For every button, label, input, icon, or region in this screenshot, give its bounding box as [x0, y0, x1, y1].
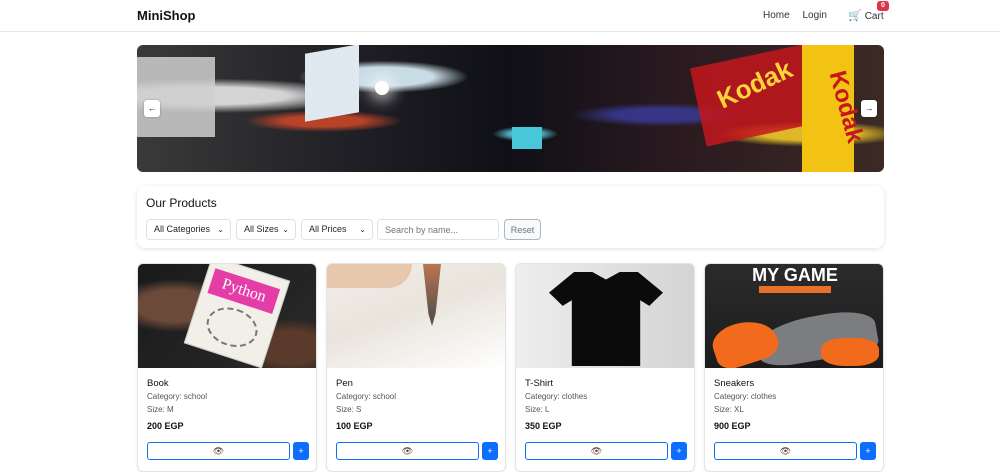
eye-icon: 👁 [212, 446, 225, 456]
nav-links: Home Login [753, 10, 827, 21]
cart-count-badge: 0 [877, 1, 889, 11]
poster-stripe [759, 286, 831, 293]
price-select-value: All Prices [309, 224, 347, 234]
view-product-button[interactable]: 👁 [147, 442, 290, 460]
carousel-prev-button[interactable]: ← [144, 100, 160, 117]
brand-logo[interactable]: MiniShop [137, 8, 196, 23]
reset-button[interactable]: Reset [504, 219, 541, 240]
chevron-down-icon: ⌄ [282, 225, 289, 234]
product-image-book[interactable]: Python [138, 264, 316, 368]
category-select[interactable]: All Categories ⌄ [146, 219, 231, 240]
add-to-cart-button[interactable]: + [671, 442, 687, 460]
product-name: T-Shirt [525, 378, 553, 389]
product-size: Size: M [147, 405, 174, 414]
product-card: T-Shirt Category: clothes Size: L 350 EG… [515, 263, 695, 472]
product-size: Size: L [525, 405, 550, 414]
tshirt-shape [549, 272, 663, 366]
hero-carousel: Kodak Kodak [137, 45, 884, 172]
add-to-cart-button[interactable]: + [482, 442, 498, 460]
book-cover: Python [183, 264, 291, 368]
banner-streetlight [375, 81, 389, 95]
banner-screen [137, 57, 215, 137]
hand-shape [327, 264, 412, 288]
banner-billboard [305, 45, 359, 122]
carousel-next-button[interactable]: → [861, 100, 877, 117]
cart-label: Cart [864, 11, 884, 22]
product-category: Category: clothes [714, 392, 777, 401]
cart-icon: 🛒 [848, 10, 862, 22]
product-price: 200 EGP [147, 421, 184, 431]
chevron-down-icon: ⌄ [217, 225, 224, 234]
product-name: Pen [336, 378, 353, 389]
book-illustration [201, 301, 263, 354]
book-title-text: Python [207, 268, 281, 314]
product-card: Pen Category: school Size: S 100 EGP 👁 + [326, 263, 506, 472]
poster-text: MY GAME [741, 266, 849, 295]
product-category: Category: clothes [525, 392, 588, 401]
category-select-value: All Categories [154, 224, 211, 234]
view-product-button[interactable]: 👁 [525, 442, 668, 460]
product-card: Python Book Category: school Size: M 200… [137, 263, 317, 472]
product-name: Book [147, 378, 169, 389]
product-category: Category: school [147, 392, 208, 401]
product-price: 900 EGP [714, 421, 751, 431]
product-image-pen[interactable] [327, 264, 505, 368]
pen-nib [423, 264, 441, 326]
poster-text-line: MY GAME [752, 265, 838, 285]
product-image-sneakers[interactable]: MY GAME [705, 264, 883, 368]
sneaker-shape [821, 338, 879, 366]
add-to-cart-button[interactable]: + [860, 442, 876, 460]
product-card: MY GAME Sneakers Category: clothes Size:… [704, 263, 884, 472]
size-select[interactable]: All Sizes ⌄ [236, 219, 296, 240]
eye-icon: 👁 [401, 446, 414, 456]
nav-link-login[interactable]: Login [802, 10, 826, 21]
eye-icon: 👁 [590, 446, 603, 456]
view-product-button[interactable]: 👁 [714, 442, 857, 460]
price-select[interactable]: All Prices ⌄ [301, 219, 373, 240]
product-price: 350 EGP [525, 421, 562, 431]
search-input[interactable] [377, 219, 499, 240]
banner-neon-sign [512, 127, 542, 149]
product-price: 100 EGP [336, 421, 373, 431]
product-size: Size: XL [714, 405, 744, 414]
view-product-button[interactable]: 👁 [336, 442, 479, 460]
product-name: Sneakers [714, 378, 755, 389]
add-to-cart-button[interactable]: + [293, 442, 309, 460]
section-title: Our Products [146, 196, 217, 210]
size-select-value: All Sizes [244, 224, 279, 234]
product-size: Size: S [336, 405, 362, 414]
navbar: MiniShop Home Login 🛒 Cart 0 [0, 0, 1000, 32]
nav-link-home[interactable]: Home [763, 10, 790, 21]
eye-icon: 👁 [779, 446, 792, 456]
product-category: Category: school [336, 392, 397, 401]
filters-panel: Our Products All Categories ⌄ All Sizes … [137, 186, 884, 248]
cart-link[interactable]: 🛒 Cart [848, 9, 884, 22]
product-image-tshirt[interactable] [516, 264, 694, 368]
chevron-down-icon: ⌄ [359, 225, 366, 234]
